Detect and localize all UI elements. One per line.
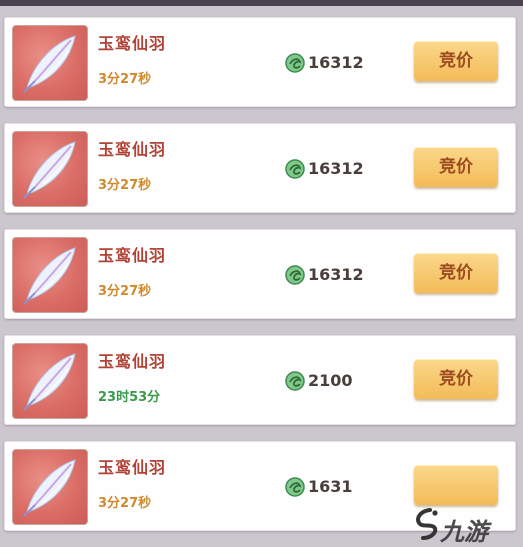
bid-button-label: 竞价: [439, 51, 473, 71]
jade-coin-icon: [285, 371, 305, 391]
current-price: 16312: [308, 159, 364, 178]
auction-listing-1[interactable]: 玉鸾仙羽 3分27秒 16312 竞价: [4, 17, 516, 107]
bid-button-label: 竞价: [439, 263, 473, 283]
jade-coin-icon: [285, 265, 305, 285]
feather-icon: [23, 35, 76, 93]
auction-listing-4[interactable]: 玉鸾仙羽 23时53分 2100 竞价: [4, 335, 516, 425]
feather-icon: [23, 353, 76, 411]
bid-button-label: 竞价: [439, 157, 473, 177]
auction-listing-3[interactable]: 玉鸾仙羽 3分27秒 16312 竞价: [4, 229, 516, 319]
current-price: 2100: [308, 371, 353, 390]
feather-icon: [23, 141, 76, 199]
current-price: 16312: [308, 265, 364, 284]
jade-coin-icon: [285, 477, 305, 497]
item-name: 玉鸾仙羽: [98, 140, 167, 159]
item-thumbnail[interactable]: [12, 343, 88, 419]
feather-icon: [23, 247, 76, 305]
time-remaining: 3分27秒: [98, 284, 152, 299]
time-remaining: 3分27秒: [98, 496, 152, 511]
auction-list: 玉鸾仙羽 3分27秒 16312 竞价 玉鸾仙羽 3分27秒 16312 竞价 …: [0, 0, 523, 544]
item-name: 玉鸾仙羽: [98, 34, 167, 53]
bid-button[interactable]: 竞价: [414, 359, 498, 399]
current-price: 16312: [308, 53, 364, 72]
item-thumbnail[interactable]: [12, 449, 88, 525]
auction-listing-2[interactable]: 玉鸾仙羽 3分27秒 16312 竞价: [4, 123, 516, 213]
time-remaining: 3分27秒: [98, 72, 152, 87]
auction-listing-5[interactable]: 玉鸾仙羽 3分27秒 1631: [4, 441, 516, 531]
bid-button[interactable]: 竞价: [414, 147, 498, 187]
jade-coin-icon: [285, 53, 305, 73]
bid-button[interactable]: 竞价: [414, 41, 498, 81]
item-name: 玉鸾仙羽: [98, 352, 167, 371]
time-remaining: 23时53分: [98, 390, 161, 405]
item-name: 玉鸾仙羽: [98, 458, 167, 477]
jade-coin-icon: [285, 159, 305, 179]
item-thumbnail[interactable]: [12, 237, 88, 313]
current-price: 1631: [308, 477, 353, 496]
item-name: 玉鸾仙羽: [98, 246, 167, 265]
bid-button[interactable]: [414, 465, 498, 505]
feather-icon: [23, 459, 76, 517]
item-thumbnail[interactable]: [12, 131, 88, 207]
bid-button-label: 竞价: [439, 369, 473, 389]
bid-button[interactable]: 竞价: [414, 253, 498, 293]
time-remaining: 3分27秒: [98, 178, 152, 193]
item-thumbnail[interactable]: [12, 25, 88, 101]
